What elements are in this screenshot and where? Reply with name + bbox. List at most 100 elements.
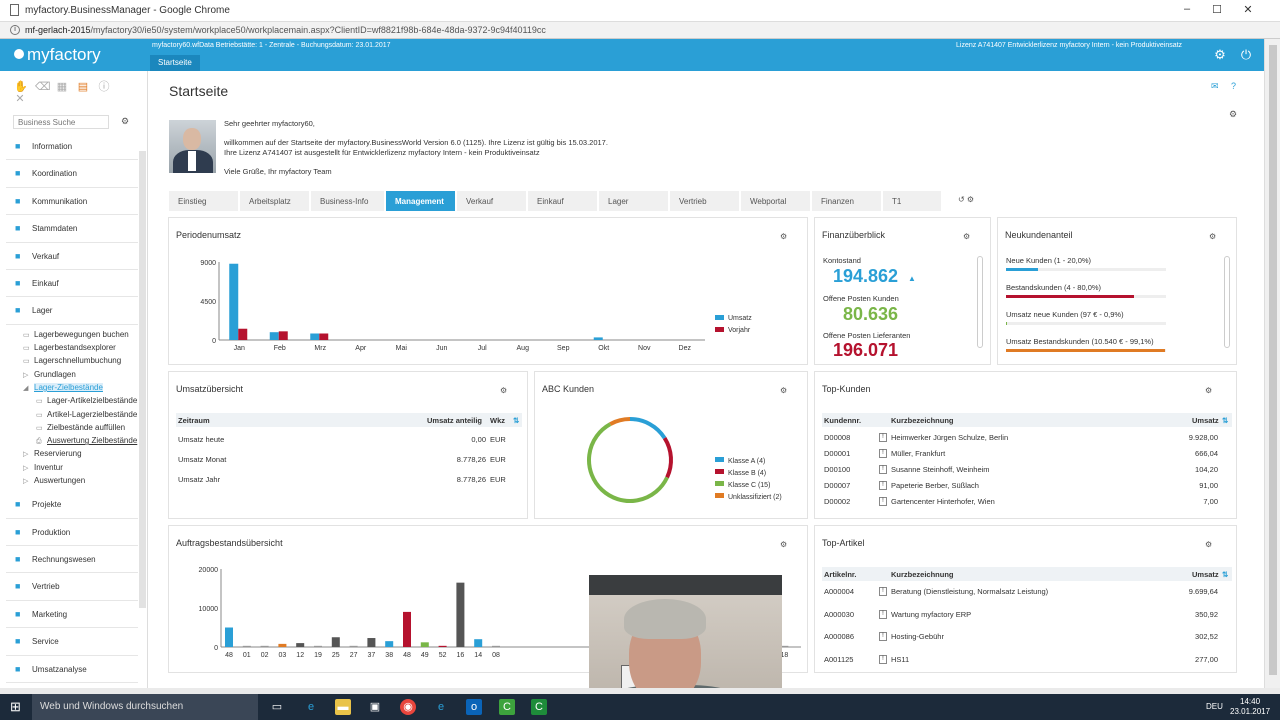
tab-startseite[interactable]: Startseite bbox=[150, 55, 200, 71]
tree-item[interactable]: ▭ Lager-Artikelzielbestände bbox=[6, 394, 138, 407]
gear-icon[interactable]: ⚙ bbox=[1205, 386, 1212, 395]
sidebar-item-lager[interactable]: ■ Lager bbox=[6, 297, 138, 325]
gear-icon[interactable]: ⚙ bbox=[1205, 540, 1212, 549]
sidebar-item-stammdaten[interactable]: ■ Stammdaten bbox=[6, 215, 138, 243]
ie-icon[interactable]: e bbox=[433, 699, 449, 715]
clock[interactable]: 14:40 23.01.2017 bbox=[1230, 697, 1270, 717]
tab-verkauf[interactable]: Verkauf bbox=[457, 191, 528, 211]
task-view-icon[interactable]: ▭ bbox=[269, 699, 285, 715]
table-row[interactable]: D00100! Susanne Steinhoff, Weinheim 104,20 bbox=[822, 462, 1232, 478]
tasks-icon[interactable]: ▤ bbox=[77, 81, 89, 93]
sidebar-item-marketing[interactable]: ■ Marketing bbox=[6, 601, 138, 629]
tree-item[interactable]: ▷ Auswertungen bbox=[6, 474, 138, 487]
camtasia-icon[interactable]: C bbox=[499, 699, 515, 715]
tree-item[interactable]: ▭ Zielbestände auffüllen bbox=[6, 421, 138, 434]
close-button[interactable]: ✕ bbox=[1238, 3, 1258, 18]
help-icon[interactable]: ? bbox=[1231, 81, 1236, 91]
table-row[interactable]: D00002! Gartencenter Hinterhofer, Wien 7,0… bbox=[822, 494, 1232, 510]
mail-icon[interactable]: ✉ bbox=[1211, 81, 1219, 92]
tab-finanzen[interactable]: Finanzen bbox=[812, 191, 883, 211]
panel-scrollbar[interactable] bbox=[1224, 256, 1230, 348]
tab-lager[interactable]: Lager bbox=[599, 191, 670, 211]
taskbar-search[interactable]: Web und Windows durchsuchen bbox=[32, 694, 258, 720]
tree-item[interactable]: ▷ Grundlagen bbox=[6, 368, 138, 381]
panel-scrollbar[interactable] bbox=[977, 256, 983, 348]
cell-nr[interactable]: D00001 bbox=[824, 449, 850, 458]
gear-icon[interactable]: ⚙ bbox=[1213, 48, 1227, 62]
business-search-input[interactable] bbox=[13, 115, 109, 129]
table-row[interactable]: A001125! HS11 277,00 bbox=[822, 652, 1232, 668]
scrollbar-thumb[interactable] bbox=[1269, 45, 1277, 675]
gear-icon[interactable]: ⚙ bbox=[1209, 232, 1216, 241]
cell-nr[interactable]: A000004 bbox=[824, 587, 854, 596]
tab-business-info[interactable]: Business-Info bbox=[311, 191, 386, 211]
sidebar-item-einkauf[interactable]: ■ Einkauf bbox=[6, 270, 138, 298]
tree-item[interactable]: ▭ Lagerbestandsexplorer bbox=[6, 341, 138, 354]
hand-icon[interactable]: ✋ bbox=[14, 81, 28, 93]
tab-t1[interactable]: T1 bbox=[883, 191, 943, 211]
table-row[interactable]: A000030! Wartung myfactory ERP 350,92 bbox=[822, 607, 1232, 623]
table-row[interactable]: D00007! Papeterie Berber, Süßlach 91,00 bbox=[822, 478, 1232, 494]
tree-item[interactable]: ⎙ Auswertung Zielbestände bbox=[6, 434, 138, 447]
outlook-icon[interactable]: o bbox=[466, 699, 482, 715]
sidebar-item-umsatzanalyse[interactable]: ■ Umsatzanalyse bbox=[6, 656, 138, 684]
table-row[interactable]: Umsatz heute 0,00 EUR bbox=[176, 432, 522, 448]
settings-dot-icon[interactable]: ⚙ bbox=[1229, 109, 1237, 120]
recorder-icon[interactable]: C bbox=[531, 699, 547, 715]
info-circle-icon[interactable]: ⓘ bbox=[98, 81, 110, 93]
sidebar-item-verkauf[interactable]: ■ Verkauf bbox=[6, 243, 138, 270]
tree-item[interactable]: ▷ Reservierung bbox=[6, 447, 138, 460]
language-indicator[interactable]: DEU bbox=[1206, 702, 1223, 711]
sidebar-item-koordination[interactable]: ■ Koordination bbox=[6, 160, 138, 188]
table-row[interactable]: Umsatz Jahr 8.778,26 EUR bbox=[176, 472, 522, 488]
tree-item[interactable]: ▭ Lagerbewegungen buchen bbox=[6, 328, 138, 341]
url-text[interactable]: mf-gerlach-2015/myfactory30/ie50/system/… bbox=[25, 25, 546, 35]
cell-nr[interactable]: A001125 bbox=[824, 655, 853, 664]
expand-button[interactable]: ! bbox=[879, 449, 887, 458]
close-icon[interactable]: ✕ bbox=[14, 93, 26, 105]
address-bar[interactable]: i mf-gerlach-2015/myfactory30/ie50/syste… bbox=[0, 22, 1280, 39]
chrome-icon[interactable]: ◉ bbox=[400, 699, 416, 715]
export-icon[interactable]: ⇅ bbox=[513, 416, 519, 425]
edge-icon[interactable]: e bbox=[303, 699, 319, 715]
power-icon[interactable]: ⏻ bbox=[1239, 48, 1253, 62]
cell-nr[interactable]: A000086 bbox=[824, 632, 854, 641]
tab-einstieg[interactable]: Einstieg bbox=[169, 191, 240, 211]
expand-button[interactable]: ! bbox=[879, 497, 887, 506]
store-icon[interactable]: ▣ bbox=[367, 699, 383, 715]
tree-item[interactable]: ◢ Lager-Zielbestände bbox=[6, 381, 138, 394]
cell-nr[interactable]: D00008 bbox=[824, 433, 850, 442]
sidebar-item-information[interactable]: ■ Information bbox=[6, 133, 138, 161]
cell-nr[interactable]: D00007 bbox=[824, 481, 850, 490]
sidebar-item-kommunikation[interactable]: ■ Kommunikation bbox=[6, 188, 138, 216]
table-row[interactable]: Umsatz Monat 8.778,26 EUR bbox=[176, 452, 522, 468]
table-row[interactable]: A000004! Beratung (Dienstleistung, Normal… bbox=[822, 584, 1232, 600]
explorer-icon[interactable]: ▬ bbox=[335, 699, 351, 715]
expand-button[interactable]: ! bbox=[879, 433, 887, 442]
tab-management[interactable]: Management bbox=[386, 191, 457, 211]
table-row[interactable]: A000086! Hosting-Gebühr 302,52 bbox=[822, 629, 1232, 645]
tree-item[interactable]: ▭ Artikel-Lagerzielbestände bbox=[6, 408, 138, 421]
export-icon[interactable]: ⇅ bbox=[1222, 416, 1228, 425]
expand-button[interactable]: ! bbox=[879, 654, 887, 664]
calendar-icon[interactable]: ▦ bbox=[56, 81, 68, 93]
sidebar-scrollbar[interactable] bbox=[139, 151, 146, 608]
refresh-icon[interactable]: ↺ ⚙ bbox=[958, 195, 974, 204]
tree-item[interactable]: ▭ Lagerschnellumbuchung bbox=[6, 354, 138, 367]
sidebar-item-produktion[interactable]: ■ Produktion bbox=[6, 519, 138, 547]
cell-nr[interactable]: D00100 bbox=[824, 465, 850, 474]
cell-nr[interactable]: D00002 bbox=[824, 497, 850, 506]
expand-button[interactable]: ! bbox=[879, 632, 887, 641]
search-options-icon[interactable]: ⚙ bbox=[121, 116, 129, 127]
table-row[interactable]: D00008! Heimwerker Jürgen Schulze, Berlin… bbox=[822, 430, 1232, 446]
export-icon[interactable]: ⇅ bbox=[1222, 570, 1228, 579]
minimize-button[interactable]: ‒ bbox=[1177, 3, 1197, 18]
tab-vertrieb[interactable]: Vertrieb bbox=[670, 191, 741, 211]
sidebar-item-vertrieb[interactable]: ■ Vertrieb bbox=[6, 573, 138, 601]
expand-button[interactable]: ! bbox=[879, 609, 887, 619]
windows-start-icon[interactable]: ⊞ bbox=[10, 700, 24, 714]
maximize-button[interactable]: ☐ bbox=[1207, 3, 1227, 18]
gear-icon[interactable]: ⚙ bbox=[963, 232, 970, 241]
tab-arbeitsplatz[interactable]: Arbeitsplatz bbox=[240, 191, 311, 211]
tree-item[interactable]: ▷ Inventur bbox=[6, 461, 138, 474]
